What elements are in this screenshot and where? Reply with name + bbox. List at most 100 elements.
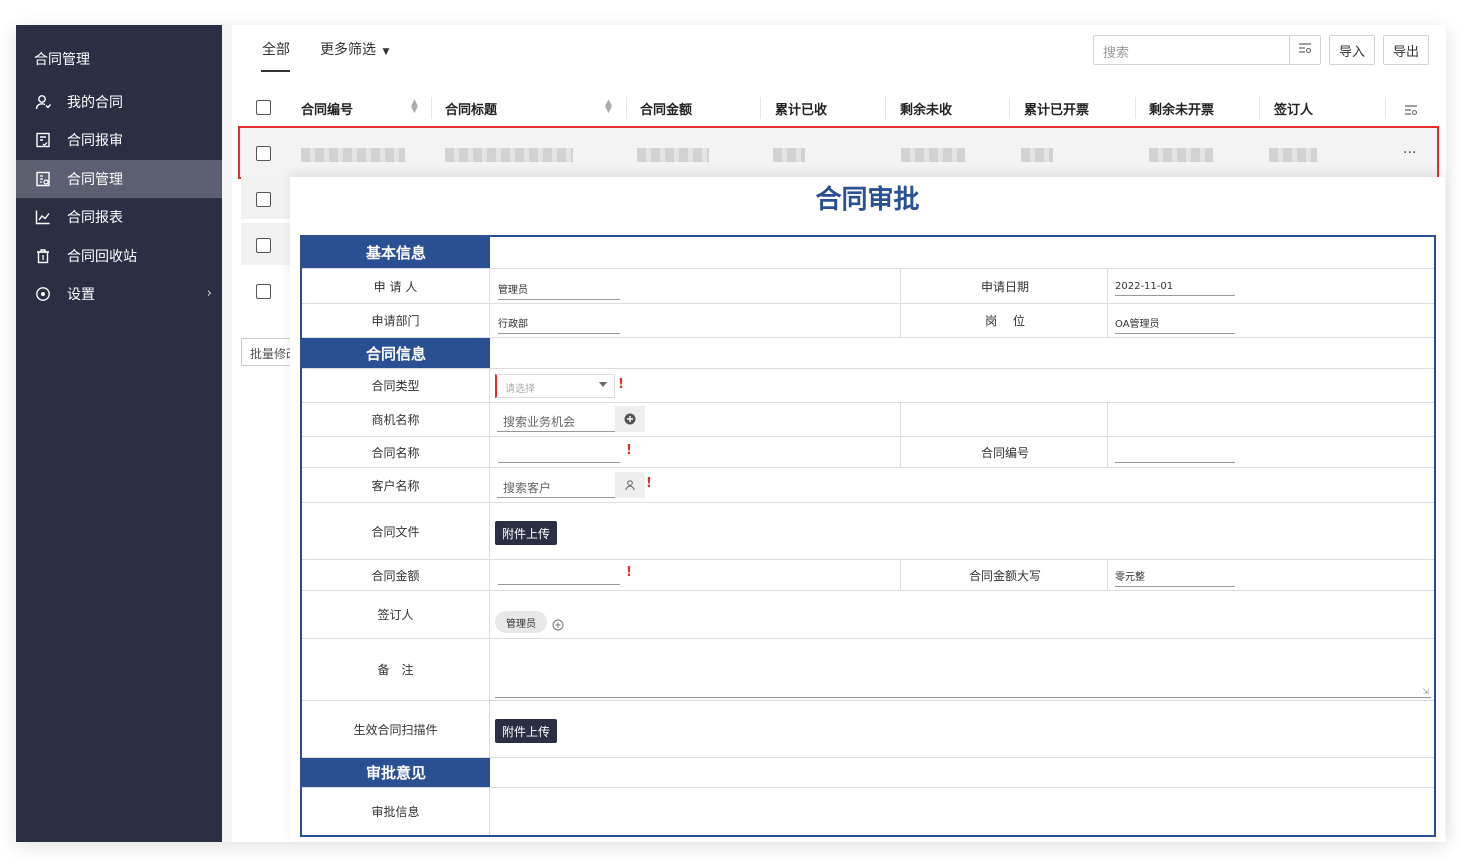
sidebar-item-label: 合同回收站 — [67, 249, 137, 265]
sidebar-item-recycle-bin[interactable]: 合同回收站 — [16, 237, 222, 275]
column-header: 剩余未收 — [900, 103, 953, 118]
contract-file-upload-button[interactable]: 附件上传 — [495, 521, 557, 545]
section-approval: 审批意见 — [302, 758, 490, 787]
caret-down-icon: ▼ — [382, 47, 390, 57]
form-row: 备 注 ⇲ — [302, 639, 1434, 701]
required-mark: ! — [618, 377, 624, 392]
section-basic-info: 基本信息 — [302, 237, 490, 268]
sidebar-item-label: 我的合同 — [67, 95, 123, 111]
scan-label: 生效合同扫描件 — [302, 701, 490, 757]
sidebar-item-contract-report[interactable]: 合同报表 — [16, 198, 222, 236]
contract-name-label: 合同名称 — [302, 437, 490, 467]
table-row-selected[interactable]: ... — [238, 126, 1439, 179]
column-divider — [1385, 97, 1386, 119]
section-row: 基本信息 — [302, 237, 1434, 269]
amount-upper-field[interactable]: 零元整 — [1115, 568, 1235, 587]
add-signer-icon[interactable] — [552, 616, 564, 635]
sidebar-item-label: 设置 — [67, 287, 95, 303]
column-header: 签订人 — [1274, 103, 1314, 118]
amount-field[interactable] — [498, 572, 620, 585]
sidebar-item-label: 合同管理 — [67, 172, 123, 188]
import-button[interactable]: 导入 — [1329, 35, 1375, 65]
add-circle-icon[interactable] — [615, 406, 645, 432]
remark-label: 备 注 — [302, 639, 490, 700]
form-row: 生效合同扫描件 附件上传 — [302, 701, 1434, 758]
cell-divider — [1107, 269, 1108, 303]
select-all-checkbox[interactable] — [256, 100, 271, 115]
apply-date-field[interactable]: 2022-11-01 — [1115, 281, 1235, 296]
tab-all[interactable]: 全部 — [262, 39, 290, 59]
row-more-button[interactable]: ... — [1403, 141, 1416, 157]
amount-upper-label: 合同金额大写 — [968, 568, 1041, 583]
sidebar-item-settings[interactable]: 设置 › — [16, 275, 222, 313]
sort-icon[interactable]: ▲ ▼ — [605, 99, 612, 115]
section-contract-info: 合同信息 — [302, 338, 490, 368]
contract-file-label: 合同文件 — [302, 503, 490, 559]
cell-divider — [1107, 304, 1108, 337]
search-input[interactable]: 搜索 — [1093, 35, 1320, 65]
column-divider — [1135, 97, 1136, 119]
cell-divider — [1107, 560, 1108, 590]
column-header: 累计已开票 — [1024, 103, 1090, 118]
required-mark: ! — [626, 565, 632, 580]
column-divider — [1259, 97, 1260, 119]
column-divider — [1009, 97, 1010, 119]
form-row: 商机名称 搜索业务机会 — [302, 403, 1434, 437]
section-row: 审批意见 — [302, 758, 1434, 788]
section-row: 合同信息 — [302, 338, 1434, 369]
row-checkbox[interactable] — [256, 284, 271, 299]
signer-tag[interactable]: 管理员 — [495, 611, 547, 633]
form-row: 合同类型 请选择 ! — [302, 369, 1434, 403]
customer-placeholder: 搜索客户 — [503, 481, 552, 495]
column-header[interactable]: 合同标题 — [445, 99, 497, 118]
sort-icon[interactable]: ▲ ▼ — [411, 99, 418, 115]
sidebar-item-my-contracts[interactable]: 我的合同 — [16, 83, 222, 121]
sidebar-item-label: 合同报审 — [67, 133, 123, 149]
person-icon[interactable] — [615, 472, 645, 498]
redacted-cell — [445, 148, 573, 162]
sidebar-item-contract-manage[interactable]: 合同管理 — [16, 160, 222, 198]
column-header: 累计已收 — [775, 103, 828, 118]
remark-textarea[interactable]: ⇲ — [495, 642, 1431, 698]
form-row: 申请部门 岗 位 行政部 OA管理员 — [302, 304, 1434, 338]
form-row: 合同文件 附件上传 — [302, 503, 1434, 560]
contract-type-select[interactable]: 请选择 — [495, 374, 615, 398]
contract-type-placeholder: 请选择 — [505, 384, 535, 395]
resize-handle-icon[interactable]: ⇲ — [1422, 687, 1429, 696]
row-checkbox[interactable] — [256, 192, 271, 207]
search-placeholder: 搜索 — [1103, 46, 1130, 61]
redacted-cell — [301, 148, 405, 162]
position-field[interactable]: OA管理员 — [1115, 315, 1235, 334]
signer-label: 签订人 — [302, 591, 490, 638]
column-settings-icon[interactable] — [1404, 101, 1418, 120]
row-checkbox[interactable] — [256, 238, 271, 253]
sidebar-item-contract-review[interactable]: 合同报审 — [16, 121, 222, 159]
column-header[interactable]: 合同编号 — [301, 99, 353, 118]
tab-more-filters[interactable]: 更多筛选 ▼ — [320, 39, 389, 59]
chevron-right-icon: › — [206, 286, 212, 301]
customer-label: 客户名称 — [302, 468, 490, 502]
applicant-label: 申 请 人 — [302, 269, 490, 303]
column-divider — [626, 97, 627, 119]
settings-icon — [35, 286, 51, 302]
cell-divider — [900, 560, 901, 590]
advanced-search-button[interactable] — [1289, 35, 1321, 65]
column-divider — [431, 97, 432, 119]
tab-more-filters-label: 更多筛选 — [320, 42, 376, 58]
contract-no-field[interactable] — [1115, 450, 1235, 463]
form-row: 客户名称 搜索客户 ! — [302, 468, 1434, 503]
applicant-field[interactable]: 管理员 — [498, 281, 620, 300]
trash-icon — [35, 248, 51, 264]
scan-upload-button[interactable]: 附件上传 — [495, 719, 557, 743]
contract-no-label: 合同编号 — [980, 445, 1029, 460]
tab-active-indicator — [261, 70, 290, 72]
export-button[interactable]: 导出 — [1383, 35, 1429, 65]
opportunity-lookup[interactable]: 搜索业务机会 — [497, 406, 645, 432]
department-field[interactable]: 行政部 — [498, 315, 620, 334]
customer-lookup[interactable]: 搜索客户 — [497, 472, 645, 498]
redacted-cell — [637, 148, 709, 162]
sidebar-title: 合同管理 — [34, 52, 90, 68]
row-checkbox[interactable] — [256, 146, 271, 161]
contract-name-field[interactable] — [498, 450, 620, 463]
column-header: 合同金额 — [640, 103, 693, 118]
